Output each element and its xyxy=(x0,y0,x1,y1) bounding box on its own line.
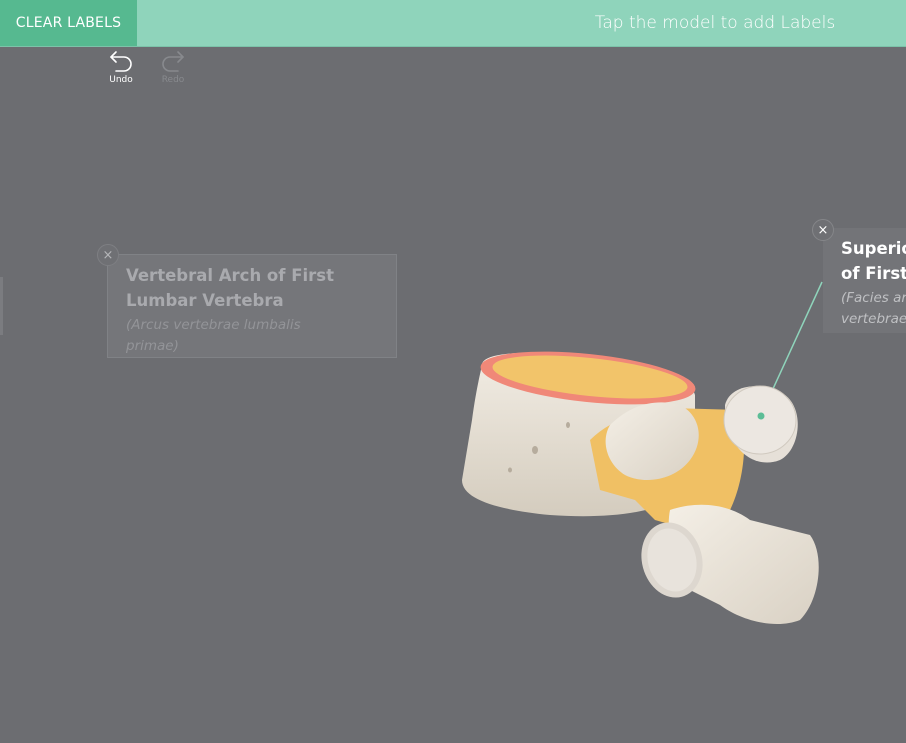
label-title-line: of First xyxy=(841,264,906,283)
redo-icon xyxy=(162,51,184,72)
label-title-line: Lumbar Vertebra xyxy=(126,291,284,310)
close-icon[interactable]: × xyxy=(812,219,834,241)
label-anchor-dot xyxy=(757,412,765,420)
label-latin-line: (Arcus vertebrae lumbalis xyxy=(126,317,301,333)
undo-icon xyxy=(110,51,132,72)
label-latin-name: (Facies ar vertebrae xyxy=(841,288,906,330)
undo-button[interactable]: Undo xyxy=(101,48,141,90)
label-card-superior-articular-facet[interactable]: Superio of First (Facies ar vertebrae xyxy=(823,228,906,333)
label-latin-line: vertebrae xyxy=(841,311,906,327)
redo-label: Redo xyxy=(161,75,185,85)
instruction-text: Tap the model to add Labels xyxy=(594,13,836,33)
label-title: Vertebral Arch of First Lumbar Vertebra xyxy=(126,263,378,313)
vertebra-3d-model[interactable] xyxy=(440,330,840,630)
label-title-line: Superio xyxy=(841,239,906,258)
label-latin-line: primae) xyxy=(126,338,179,354)
label-title-line: Vertebral Arch of First xyxy=(126,266,334,285)
label-latin-name: (Arcus vertebrae lumbalis primae) xyxy=(126,315,378,357)
side-panel-handle[interactable] xyxy=(0,277,3,335)
close-icon[interactable]: × xyxy=(97,244,119,266)
redo-button[interactable]: Redo xyxy=(153,48,193,90)
label-card-vertebral-arch[interactable]: Vertebral Arch of First Lumbar Vertebra … xyxy=(107,254,397,358)
label-title: Superio of First xyxy=(841,236,906,286)
undo-label: Undo xyxy=(109,75,133,85)
clear-labels-button[interactable]: CLEAR LABELS xyxy=(0,0,137,46)
label-latin-line: (Facies ar xyxy=(841,290,906,306)
top-bar: CLEAR LABELS Tap the model to add Labels xyxy=(0,0,906,47)
